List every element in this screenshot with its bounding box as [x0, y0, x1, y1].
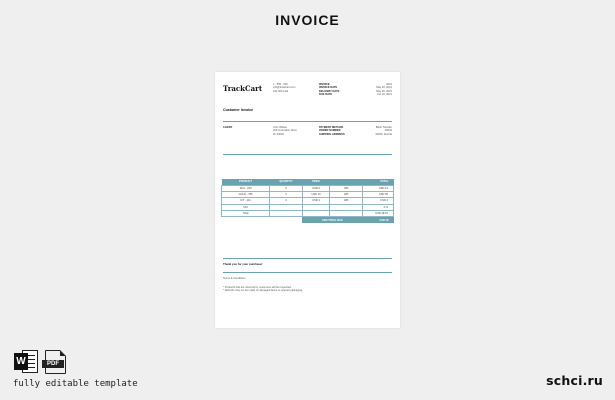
page-title: INVOICE [275, 12, 340, 28]
contact-line: 222 000 1111 [273, 89, 289, 93]
terms-list: * Products that are returned by customer… [223, 286, 303, 293]
thank-you-note: Thank you for your purchase! [223, 262, 263, 266]
client-info: John Wilson 200 Innovation Drive FL 3302… [273, 126, 297, 136]
grand-total-value: USD 48 [362, 216, 394, 223]
shipping-label: SHIPPING ADDRESS [319, 132, 345, 136]
shipping-labels: PAYMENT METHOD ORDER NUMBER SHIPPING ADD… [319, 126, 345, 136]
text-line [27, 359, 35, 361]
grand-total-label: USD TOTAL DUE [302, 216, 363, 223]
brand-logo: TrackCart [223, 84, 263, 93]
divider [223, 121, 392, 122]
document-title: Customer Invoice [223, 108, 254, 112]
shipping-value: 33020, Florida [375, 132, 392, 136]
terms-title: Terms & Conditions [223, 277, 246, 280]
contact-block: 1 - 555 - 000 info@trackcart.com 222 000… [273, 83, 295, 93]
invoice-sheet: TrackCart 1 - 555 - 000 info@trackcart.c… [215, 72, 400, 328]
table-cell-empty [269, 216, 303, 223]
pdf-document-icon: PDF [42, 349, 67, 374]
page-fold-corner [60, 349, 67, 356]
text-line [27, 355, 35, 357]
text-line [27, 367, 35, 369]
invoice-meta-values: 0001 May 22, 2021 May 26, 2021 Jun 22, 2… [376, 83, 392, 96]
word-document-icon: W [14, 350, 38, 373]
meta-value: Jun 22, 2021 [377, 92, 392, 96]
grand-total-row: USD TOTAL DUE USD 48 [221, 216, 394, 223]
shipping-values: Bank Transfer 00004 33020, Florida [375, 126, 392, 136]
site-watermark: schci.ru [546, 373, 603, 388]
client-label: CLIENT [223, 126, 233, 129]
format-icons: W PDF [14, 349, 67, 374]
template-caption: fully editable template [13, 379, 138, 389]
divider [223, 258, 392, 259]
items-table: PRODUCT QUANTITY PRICE TOTAL SKU - 243 2… [220, 179, 394, 223]
terms-line: * Refunds may not be made on damaged ite… [223, 289, 303, 293]
word-letter: W [14, 353, 28, 370]
divider [223, 154, 392, 155]
pdf-label: PDF [42, 360, 64, 368]
table-cell-empty [221, 216, 270, 223]
client-line: FL 33020 [273, 132, 284, 136]
divider [223, 272, 392, 273]
text-line [27, 363, 35, 365]
meta-label: DUE DATE [319, 92, 333, 96]
invoice-meta-labels: INVOICE INVOICE DATE DELIVERY DATE DUE D… [319, 83, 339, 96]
